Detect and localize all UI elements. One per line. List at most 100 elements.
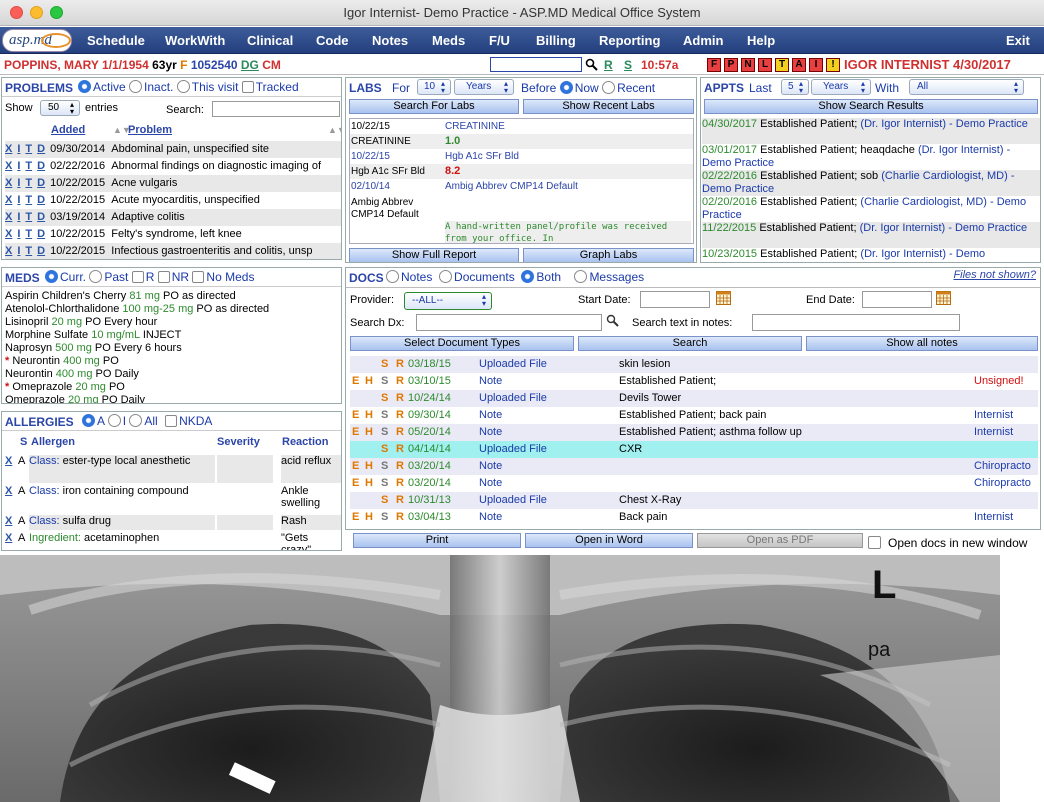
problem-action-x[interactable]: X [5, 228, 12, 240]
all-radio[interactable] [129, 414, 143, 427]
problem-action-d[interactable]: D [37, 194, 45, 206]
select-document-types-button[interactable]: Select Document Types [350, 336, 574, 351]
doc-kind[interactable]: Note [479, 475, 502, 492]
flag-l[interactable]: L [758, 58, 772, 72]
active-radio[interactable] [78, 80, 91, 93]
problem-action-t[interactable]: T [25, 143, 32, 155]
inactive-radio[interactable] [129, 80, 143, 93]
doc-action-e[interactable]: E [352, 458, 359, 475]
allergy-name[interactable]: iron containing compound [63, 485, 189, 497]
appts-count-select[interactable]: 5 [781, 79, 809, 95]
menu-workwith[interactable]: WorkWith [165, 27, 225, 54]
flag-p[interactable]: P [724, 58, 738, 72]
doc-kind[interactable]: Uploaded File [479, 441, 547, 458]
problem-row[interactable]: X I T D 09/30/2014 Abdominal pain, unspecifi… [5, 141, 341, 158]
i-radio[interactable] [107, 414, 121, 427]
flag-t[interactable]: T [775, 58, 789, 72]
problem-row[interactable]: X I T D 10/22/2015 Acute myocarditis, unspec… [5, 192, 341, 209]
problem-action-t[interactable]: T [25, 228, 32, 240]
aspmd-logo[interactable]: asp.md [2, 29, 72, 52]
notes-radio[interactable] [386, 270, 399, 283]
problem-action-x[interactable]: X [5, 143, 12, 155]
menu-notes[interactable]: Notes [372, 27, 408, 54]
med-row[interactable]: Omeprazole 20 mg PO Daily [5, 394, 341, 403]
doc-action-h[interactable]: H [365, 407, 373, 424]
doc-kind[interactable]: Note [479, 424, 502, 441]
provider-select[interactable]: --ALL-- [404, 292, 492, 310]
problem-action-t[interactable]: T [25, 211, 32, 223]
doc-action-s[interactable]: S [381, 441, 388, 458]
menu-help[interactable]: Help [747, 27, 775, 54]
doc-action-r[interactable]: R [396, 492, 404, 509]
problem-action-d[interactable]: D [37, 211, 45, 223]
maximize-window-icon[interactable] [50, 6, 63, 19]
graph-labs-button[interactable]: Graph Labs [523, 248, 694, 262]
a-radio[interactable] [82, 414, 95, 427]
doc-action-h[interactable]: H [365, 475, 373, 492]
problem-action-i[interactable]: I [17, 245, 20, 257]
doc-row[interactable]: E H S R 09/30/14 Note Established Patient; bac… [350, 407, 1038, 424]
problem-name[interactable]: Acute myocarditis, unspecified [111, 194, 260, 206]
problem-action-i[interactable]: I [17, 194, 20, 206]
med-name[interactable]: Neurontin [12, 355, 60, 367]
med-row[interactable]: * Neurontin 400 mg PO [5, 355, 341, 368]
med-row[interactable]: * Omeprazole 20 mg PO [5, 381, 341, 394]
doc-action-r[interactable]: R [396, 509, 404, 526]
problem-action-t[interactable]: T [25, 177, 32, 189]
r-link[interactable]: R [604, 58, 613, 72]
menu-billing[interactable]: Billing [536, 27, 576, 54]
flag-f[interactable]: F [707, 58, 721, 72]
med-row[interactable]: Lisinopril 20 mg PO Every hour [5, 316, 341, 329]
show-search-results-button[interactable]: Show Search Results [704, 99, 1038, 114]
now-radio[interactable] [559, 81, 573, 94]
med-name[interactable]: Lisinopril [5, 316, 48, 328]
doc-row[interactable]: S R 10/31/13 Uploaded File Chest X-Ray [350, 492, 1038, 509]
appt-provider[interactable]: (Dr. Igor Internist) - Demo [860, 248, 985, 260]
problem-action-i[interactable]: I [17, 160, 20, 172]
flag-a[interactable]: A [792, 58, 806, 72]
appt-row[interactable]: 11/22/2015 Established Patient; (Dr. Igo… [702, 222, 1040, 248]
doc-kind[interactable]: Note [479, 407, 502, 424]
calendar-icon[interactable] [716, 291, 731, 305]
problem-action-t[interactable]: T [25, 160, 32, 172]
med-name[interactable]: Morphine Sulfate [5, 329, 88, 341]
menu-exit[interactable]: Exit [1006, 27, 1030, 54]
dg-link[interactable]: DG [241, 58, 259, 72]
doc-action-s[interactable]: S [381, 475, 388, 492]
doc-row[interactable]: E H S R 05/20/14 Note Established Patient; ast… [350, 424, 1038, 441]
menu-admin[interactable]: Admin [683, 27, 723, 54]
problem-name[interactable]: Acne vulgaris [111, 177, 177, 189]
menu-meds[interactable]: Meds [432, 27, 465, 54]
problem-name[interactable]: Adaptive colitis [111, 211, 184, 223]
start-date-input[interactable] [640, 291, 710, 308]
allergy-name[interactable]: ester-type local anesthetic [63, 455, 191, 467]
problem-action-d[interactable]: D [37, 228, 45, 240]
appt-row[interactable]: 10/23/2015 Established Patient; (Dr. Igo… [702, 248, 1040, 262]
menu-fu[interactable]: F/U [489, 27, 510, 54]
problem-action-x[interactable]: X [5, 194, 12, 206]
problem-row[interactable]: X I T D 10/22/2015 Felty's syndrome, left kn… [5, 226, 341, 243]
problem-name[interactable]: Abnormal findings on diagnostic imaging … [111, 160, 321, 172]
doc-kind[interactable]: Note [479, 458, 502, 475]
med-name[interactable]: Omeprazole [5, 394, 65, 403]
med-row[interactable]: Atenolol-Chlorthalidone 100 mg-25 mg PO … [5, 303, 341, 316]
med-name[interactable]: Atenolol-Chlorthalidone [5, 303, 119, 315]
cm-link[interactable]: CM [262, 58, 281, 72]
entries-select[interactable]: 50 [40, 100, 80, 116]
minimize-window-icon[interactable] [30, 6, 43, 19]
appt-provider[interactable]: (Dr. Igor Internist) - Demo Practice [860, 118, 1028, 130]
menu-clinical[interactable]: Clinical [247, 27, 293, 54]
doc-action-r[interactable]: R [396, 475, 404, 492]
problem-action-d[interactable]: D [37, 160, 45, 172]
sort-problem-icon[interactable]: ▲▼ [328, 122, 341, 139]
doc-row[interactable]: S R 10/24/14 Uploaded File Devils Tower [350, 390, 1038, 407]
problem-action-x[interactable]: X [5, 245, 12, 257]
problem-action-d[interactable]: D [37, 177, 45, 189]
problem-row[interactable]: X I T D 10/22/2015 Infectious gastroenteriti… [5, 243, 341, 259]
appt-provider[interactable]: (Dr. Igor Internist) - Demo Practice [860, 222, 1028, 234]
allergy-row[interactable]: X A Class: sulfa drug Rash [5, 513, 341, 530]
allergy-delete-x[interactable]: X [5, 515, 12, 527]
med-name[interactable]: Aspirin Children's Cherry [5, 290, 126, 302]
both-radio[interactable] [521, 270, 535, 283]
nr-checkbox[interactable] [157, 271, 170, 283]
